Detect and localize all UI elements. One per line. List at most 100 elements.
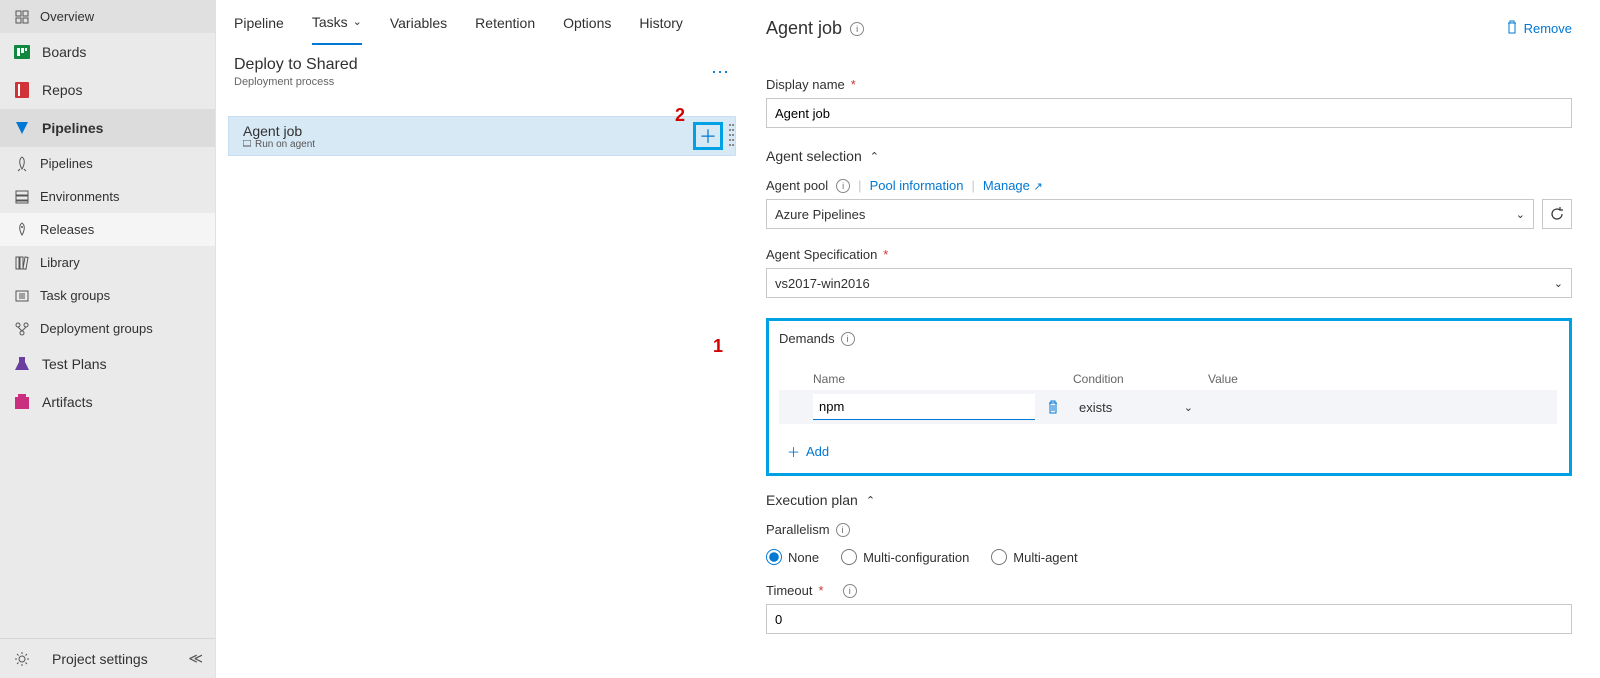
sidebar-label: Environments [40,189,119,204]
external-link-icon: ↗ [1034,181,1043,193]
test-plans-icon [12,354,32,374]
sidebar-sub-environments[interactable]: Environments [0,180,215,213]
display-name-input[interactable] [766,98,1572,128]
sidebar-label: Overview [40,9,94,24]
pool-information-link[interactable]: Pool information [870,178,964,193]
more-button[interactable]: ⋯ [711,62,730,83]
execution-plan-header[interactable]: Execution plan⌃ [766,492,1572,508]
chevron-down-icon: ⌄ [1554,277,1563,290]
sidebar-sub-releases[interactable]: Releases [0,213,215,246]
tab-history[interactable]: History [639,0,683,45]
annotation-2: 2 [675,105,685,126]
sidebar-sub-pipelines[interactable]: Pipelines [0,147,215,180]
demands-table-header: Name Condition Value [779,372,1557,386]
boards-icon [12,42,32,62]
trash-icon [1505,20,1519,37]
agent-selection-header[interactable]: Agent selection⌃ [766,148,1572,164]
tab-retention[interactable]: Retention [475,0,535,45]
task-groups-icon [14,288,30,304]
drag-handle[interactable] [728,123,735,149]
agent-job-row[interactable]: Agent job Run on agent 2 ＋ [228,116,736,156]
demands-label: Demands [779,331,835,346]
server-icon [14,189,30,205]
gear-icon [12,649,32,669]
sidebar-sub-library[interactable]: Library [0,246,215,279]
sidebar-label: Test Plans [42,356,107,372]
sidebar-item-repos[interactable]: Repos [0,71,215,109]
deployment-groups-icon [14,321,30,337]
demand-row: exists ⌄ [779,390,1557,424]
info-icon[interactable]: i [836,179,850,193]
demand-delete-button[interactable] [1035,400,1071,414]
sidebar-sub-deployment-groups[interactable]: Deployment groups [0,312,215,345]
display-name-label: Display name * [766,77,1572,92]
manage-link[interactable]: Manage ↗ [983,178,1043,193]
chevron-down-icon: ⌄ [1516,208,1525,221]
sidebar-label: Pipelines [40,156,93,171]
details-heading: Agent job i [766,18,864,39]
sidebar-label: Task groups [40,288,110,303]
middle-panel: Pipeline Tasks⌄ Variables Retention Opti… [216,0,748,678]
chevron-up-icon: ⌃ [866,494,875,507]
sidebar-item-test-plans[interactable]: Test Plans [0,345,215,383]
timeout-label: Timeout * i [766,583,1572,598]
tab-variables[interactable]: Variables [390,0,447,45]
radio-multi-agent[interactable]: Multi-agent [991,549,1077,565]
artifacts-icon [12,392,32,412]
chevron-down-icon: ⌄ [1184,401,1193,414]
tab-options[interactable]: Options [563,0,611,45]
add-demand-button[interactable]: ＋ Add [787,442,1557,461]
rocket-icon [14,222,30,238]
repos-icon [12,80,32,100]
demand-name-input[interactable] [813,394,1035,420]
refresh-button[interactable] [1542,199,1572,229]
sidebar-label: Library [40,255,80,270]
stage-header: Deploy to Shared Deployment process ⋯ [216,46,748,98]
library-icon [14,255,30,271]
stage-subtitle: Deployment process [234,76,358,88]
stage-title: Deploy to Shared [234,56,358,74]
radio-multi-configuration[interactable]: Multi-configuration [841,549,969,565]
sidebar-item-boards[interactable]: Boards [0,33,215,71]
demand-condition-select[interactable]: exists ⌄ [1071,394,1201,420]
agent-spec-label: Agent Specification * [766,247,1572,262]
sidebar-item-overview[interactable]: Overview [0,0,215,33]
parallelism-label: Parallelismi [766,522,1572,537]
sidebar-sub-task-groups[interactable]: Task groups [0,279,215,312]
sidebar: Overview Boards Repos Pipelines Pipeline… [0,0,216,678]
chevron-down-icon: ⌄ [353,15,362,28]
remove-button[interactable]: Remove [1505,20,1572,37]
collapse-icon[interactable]: ≪ [188,650,203,667]
project-settings[interactable]: Project settings ≪ [0,638,215,678]
sidebar-label: Deployment groups [40,321,153,336]
job-subtitle: Run on agent [243,139,315,150]
sidebar-label: Project settings [52,651,148,667]
info-icon[interactable]: i [841,332,855,346]
sidebar-label: Boards [42,44,86,60]
info-icon[interactable]: i [836,523,850,537]
tab-pipeline[interactable]: Pipeline [234,0,284,45]
sidebar-item-pipelines[interactable]: Pipelines [0,109,215,147]
job-title: Agent job [243,123,315,139]
details-panel: Agent job i Remove Display name * Agent … [748,0,1600,678]
tab-tasks[interactable]: Tasks⌄ [312,0,362,45]
add-task-button[interactable]: ＋ [693,122,723,150]
sidebar-label: Repos [42,82,82,98]
timeout-input[interactable] [766,604,1572,634]
info-icon[interactable]: i [843,584,857,598]
sidebar-item-artifacts[interactable]: Artifacts [0,383,215,421]
rocket-icon [14,156,30,172]
chevron-up-icon: ⌃ [870,150,879,163]
tabs: Pipeline Tasks⌄ Variables Retention Opti… [216,0,748,46]
radio-none[interactable]: None [766,549,819,565]
overview-icon [14,9,30,25]
info-icon[interactable]: i [850,22,864,36]
parallelism-radios: None Multi-configuration Multi-agent [766,549,1572,565]
agent-pool-select[interactable]: Azure Pipelines ⌄ [766,199,1534,229]
sidebar-label: Artifacts [42,394,93,410]
pipelines-icon [12,118,32,138]
agent-spec-select[interactable]: vs2017-win2016 ⌄ [766,268,1572,298]
sidebar-label: Pipelines [42,120,103,136]
agent-pool-label: Agent pool [766,178,828,193]
sidebar-label: Releases [40,222,94,237]
